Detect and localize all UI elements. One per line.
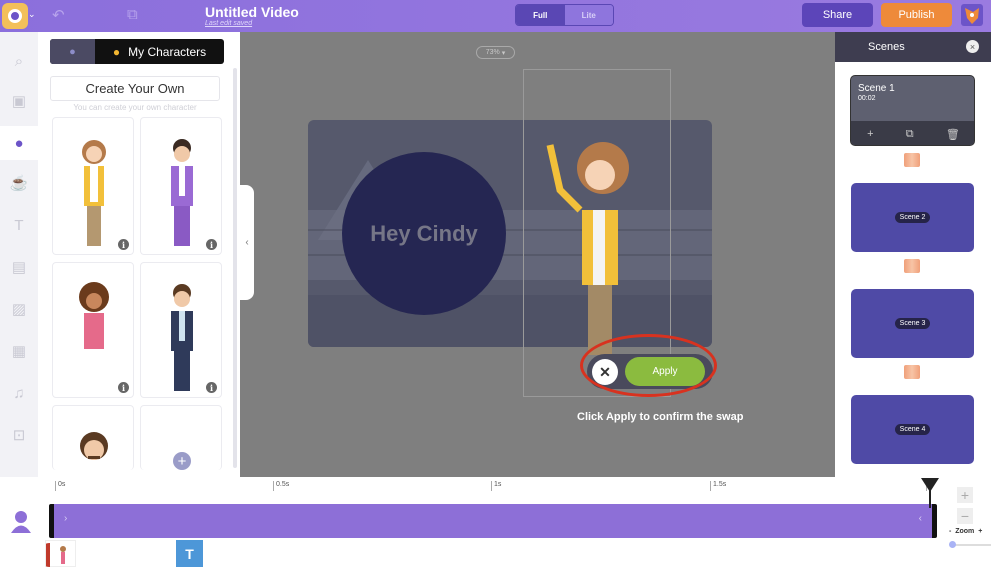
publish-button[interactable]: Publish [881,3,952,27]
timeline-text-item[interactable]: T [176,540,203,567]
scene-thumb-2[interactable]: Scene 2 [851,183,974,252]
person-add-icon: ● [112,44,121,59]
swap-hint: Click Apply to confirm the swap [577,411,744,423]
character-man-purple [171,139,193,246]
search-icon[interactable]: ⌕ [0,44,38,78]
background-icon[interactable]: ▤ [0,250,38,284]
text-icon[interactable]: T [0,208,38,242]
timeline-character-item[interactable] [38,540,76,567]
tab-label: My Characters [128,44,207,59]
panel-scrollbar[interactable] [233,68,237,468]
highlight-ring [580,334,717,397]
undo-icon[interactable]: ↶ [52,6,65,24]
share-button[interactable]: Share [802,3,873,27]
add-character-card[interactable]: + [140,405,222,470]
scenes-title: Scenes [868,41,905,53]
mode-lite[interactable]: Lite [564,5,613,25]
mode-toggle[interactable]: Full Lite [515,4,614,26]
image-icon[interactable]: ▨ [0,292,38,326]
transition-icon[interactable] [904,259,920,273]
zoom-out-button[interactable]: − [957,508,973,524]
character-icon[interactable]: ● [0,126,38,160]
mode-full[interactable]: Full [516,5,565,25]
save-status[interactable]: Last edit saved [205,20,252,27]
info-icon[interactable]: i [118,239,129,250]
tick-label: 0s [55,481,65,491]
transition-icon[interactable] [904,153,920,167]
character-card[interactable] [52,405,134,470]
character-card[interactable]: i [52,117,134,255]
character-woman-pink [79,282,109,389]
tick-label: 0.5s [273,481,289,491]
playhead-handle[interactable] [921,478,939,492]
create-your-own-button[interactable]: Create Your Own [50,76,220,101]
zoom-label: - Zoom + [949,528,983,535]
tick-label: 1s [491,481,501,491]
zoom-in-button[interactable]: + [957,487,973,503]
scene-label: Scene 1 [858,83,895,94]
scene-label: Scene 3 [894,318,931,329]
upload-icon[interactable]: ⊡ [0,418,38,452]
zoom-slider-handle[interactable] [949,541,956,548]
scene-thumb-3[interactable]: Scene 3 [851,289,974,358]
character-card[interactable]: i [52,262,134,398]
tab-my-characters[interactable]: ● My Characters [95,39,224,64]
zoom-slider[interactable] [952,544,991,546]
info-icon[interactable]: i [206,239,217,250]
scene-label: Scene 2 [894,212,931,223]
character-card[interactable]: i [140,117,222,255]
character-man-mustache [80,432,108,460]
scene-duration: 00:02 [858,95,876,102]
character-man-navy [171,284,193,391]
info-icon[interactable]: i [206,382,217,393]
chevron-down-icon[interactable]: ⌄ [28,9,36,20]
props-icon[interactable]: ☕ [0,166,38,200]
scene-label: Scene 4 [894,424,931,435]
scene-icon[interactable]: ▣ [0,84,38,118]
create-hint: You can create your own character [73,103,197,112]
tab-characters[interactable]: ● [50,39,95,64]
close-icon[interactable]: × [966,40,979,53]
delete-scene-icon[interactable]: 🗑 [946,128,960,141]
video-icon[interactable]: ▦ [0,334,38,368]
add-icon[interactable]: + [173,452,191,470]
scene-thumb-4[interactable]: Scene 4 [851,395,974,464]
zoom-select[interactable]: 73% ▾ [476,46,515,59]
music-icon[interactable]: ♫ [0,376,38,410]
chevron-left-icon[interactable]: ‹ [919,513,922,524]
character-card[interactable]: i [140,262,222,398]
app-logo[interactable] [2,3,28,29]
duplicate-scene-icon[interactable]: ⧉ [906,128,914,141]
character-woman-yellow [82,140,106,246]
scene-thumb-1[interactable]: Scene 1 00:02 + ⧉ 🗑 [850,75,975,146]
text-bubble[interactable]: Hey Cindy [342,152,506,315]
video-title[interactable]: Untitled Video [205,4,299,20]
character-layer-icon [10,510,32,539]
duplicate-icon[interactable]: ⧉ [127,6,138,23]
transition-icon[interactable] [904,365,920,379]
tick-label: 1.5s [710,481,726,491]
info-icon[interactable]: i [118,382,129,393]
zoom-value: 73% [485,49,500,56]
chevron-right-icon[interactable]: › [64,513,67,524]
character-track[interactable]: › ‹ [49,504,937,538]
user-avatar[interactable] [961,4,983,26]
collapse-panel-button[interactable]: ‹ [240,185,254,300]
person-icon: ● [69,45,76,58]
add-scene-icon[interactable]: + [867,128,873,140]
character-tabs: ● ● My Characters [50,39,224,64]
chevron-left-icon: ‹ [245,237,249,248]
